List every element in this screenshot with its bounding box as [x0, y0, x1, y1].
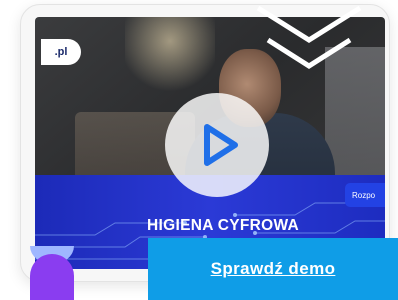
background-lamp	[125, 17, 215, 97]
check-demo-label: Sprawdź demo	[210, 259, 336, 278]
brand-shapes-icon	[30, 246, 74, 300]
logo-text: .pl	[54, 46, 68, 58]
chevron-arrows-icon	[256, 5, 362, 69]
logo-badge: .pl	[41, 39, 81, 65]
start-tab-label: Rozpo	[352, 190, 376, 200]
play-icon	[204, 124, 238, 166]
video-title: HIGIENA CYFROWA	[147, 217, 300, 234]
play-button[interactable]	[165, 93, 269, 197]
check-demo-button[interactable]: Sprawdź demo	[148, 238, 398, 300]
start-tab[interactable]: Rozpo	[345, 183, 385, 207]
